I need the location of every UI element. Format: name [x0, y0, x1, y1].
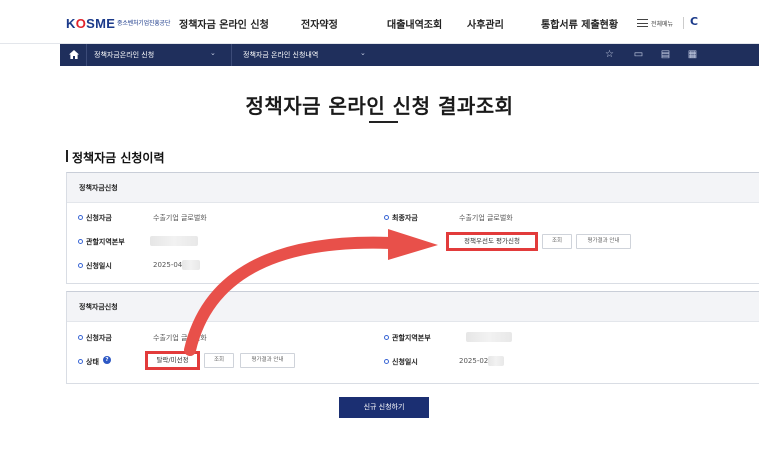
- apply-fund-label: 신청자금: [78, 333, 112, 343]
- apply-fund-value: 수출기업 글로벌화: [153, 334, 207, 342]
- redacted-region: [150, 236, 198, 246]
- region-label: 관할지역본부: [78, 237, 125, 247]
- breadcrumb: 정책자금온라인 신청 ⌄ 정책자금 온라인 신청내역 ⌄ ☆ ▭ ▤ ▦: [60, 44, 759, 66]
- section-title: 정책자금 신청이력: [66, 149, 165, 166]
- final-fund-value: 수출기업 글로벌화: [459, 214, 513, 222]
- favorite-star-icon[interactable]: ☆: [604, 49, 615, 60]
- eval-guide-button[interactable]: 평가결과 안내: [240, 353, 295, 368]
- search-icon[interactable]: C: [690, 15, 698, 28]
- redacted-date: [182, 260, 200, 270]
- share-icon[interactable]: ▤: [660, 49, 671, 60]
- all-menu-label[interactable]: 전체메뉴: [651, 19, 673, 28]
- status-label: 상태: [78, 357, 99, 367]
- apply-fund-value: 수출기업 글로벌화: [153, 214, 207, 222]
- apply-date-label: 신청일시: [384, 357, 418, 367]
- breadcrumb-item-online-apply[interactable]: 정책자금온라인 신청: [94, 50, 154, 60]
- nav-divider: [683, 17, 684, 29]
- kosme-logo[interactable]: KOSME: [66, 16, 115, 31]
- redacted-region: [466, 332, 512, 342]
- apply-date-label: 신청일시: [78, 261, 112, 271]
- settings-icon[interactable]: ▦: [687, 49, 698, 60]
- priority-eval-button[interactable]: 정책우선도 평가신청: [446, 232, 538, 251]
- status-result-button[interactable]: 탈락/미선정: [145, 351, 200, 370]
- home-icon[interactable]: [69, 50, 79, 59]
- region-label: 관할지역본부: [384, 333, 431, 343]
- help-icon[interactable]: ?: [103, 356, 111, 364]
- new-apply-button[interactable]: 신규 신청하기: [339, 397, 429, 418]
- final-fund-label: 최종자금: [384, 213, 418, 223]
- eval-guide-button[interactable]: 평가결과 안내: [576, 234, 631, 249]
- chevron-down-icon[interactable]: ⌄: [360, 49, 366, 57]
- menu-loan-history[interactable]: 대출내역조회: [387, 16, 442, 31]
- panel-heading: 정책자금신청: [67, 173, 759, 203]
- menu-post-management[interactable]: 사후관리: [467, 16, 504, 31]
- breadcrumb-item-apply-history[interactable]: 정책자금 온라인 신청내역: [243, 50, 318, 60]
- lookup-button[interactable]: 조회: [204, 353, 234, 368]
- panel-heading: 정책자금신청: [67, 292, 759, 322]
- apply-fund-label: 신청자금: [78, 213, 112, 223]
- breadcrumb-divider: [231, 44, 232, 66]
- redacted-date: [488, 356, 504, 366]
- menu-online-apply[interactable]: 정책자금 온라인 신청: [179, 16, 269, 31]
- apply-date-value: 2025-02: [459, 357, 489, 365]
- hamburger-menu-icon[interactable]: [637, 19, 648, 27]
- breadcrumb-divider: [86, 44, 87, 66]
- title-underline: [369, 121, 398, 123]
- lookup-button[interactable]: 조회: [542, 234, 572, 249]
- menu-e-contract[interactable]: 전자약정: [301, 16, 338, 31]
- top-navigation: KOSME 중소벤처기업진흥공단 정책자금 온라인 신청 전자약정 대출내역조회…: [0, 0, 759, 44]
- page-title: 정책자금 온라인 신청 결과조회: [245, 94, 514, 118]
- menu-document-status[interactable]: 통합서류 제출현황: [541, 16, 618, 31]
- print-icon[interactable]: ▭: [633, 49, 644, 60]
- apply-date-value: 2025-04: [153, 261, 183, 269]
- logo-subtitle: 중소벤처기업진흥공단: [117, 20, 171, 27]
- chevron-down-icon[interactable]: ⌄: [210, 49, 216, 57]
